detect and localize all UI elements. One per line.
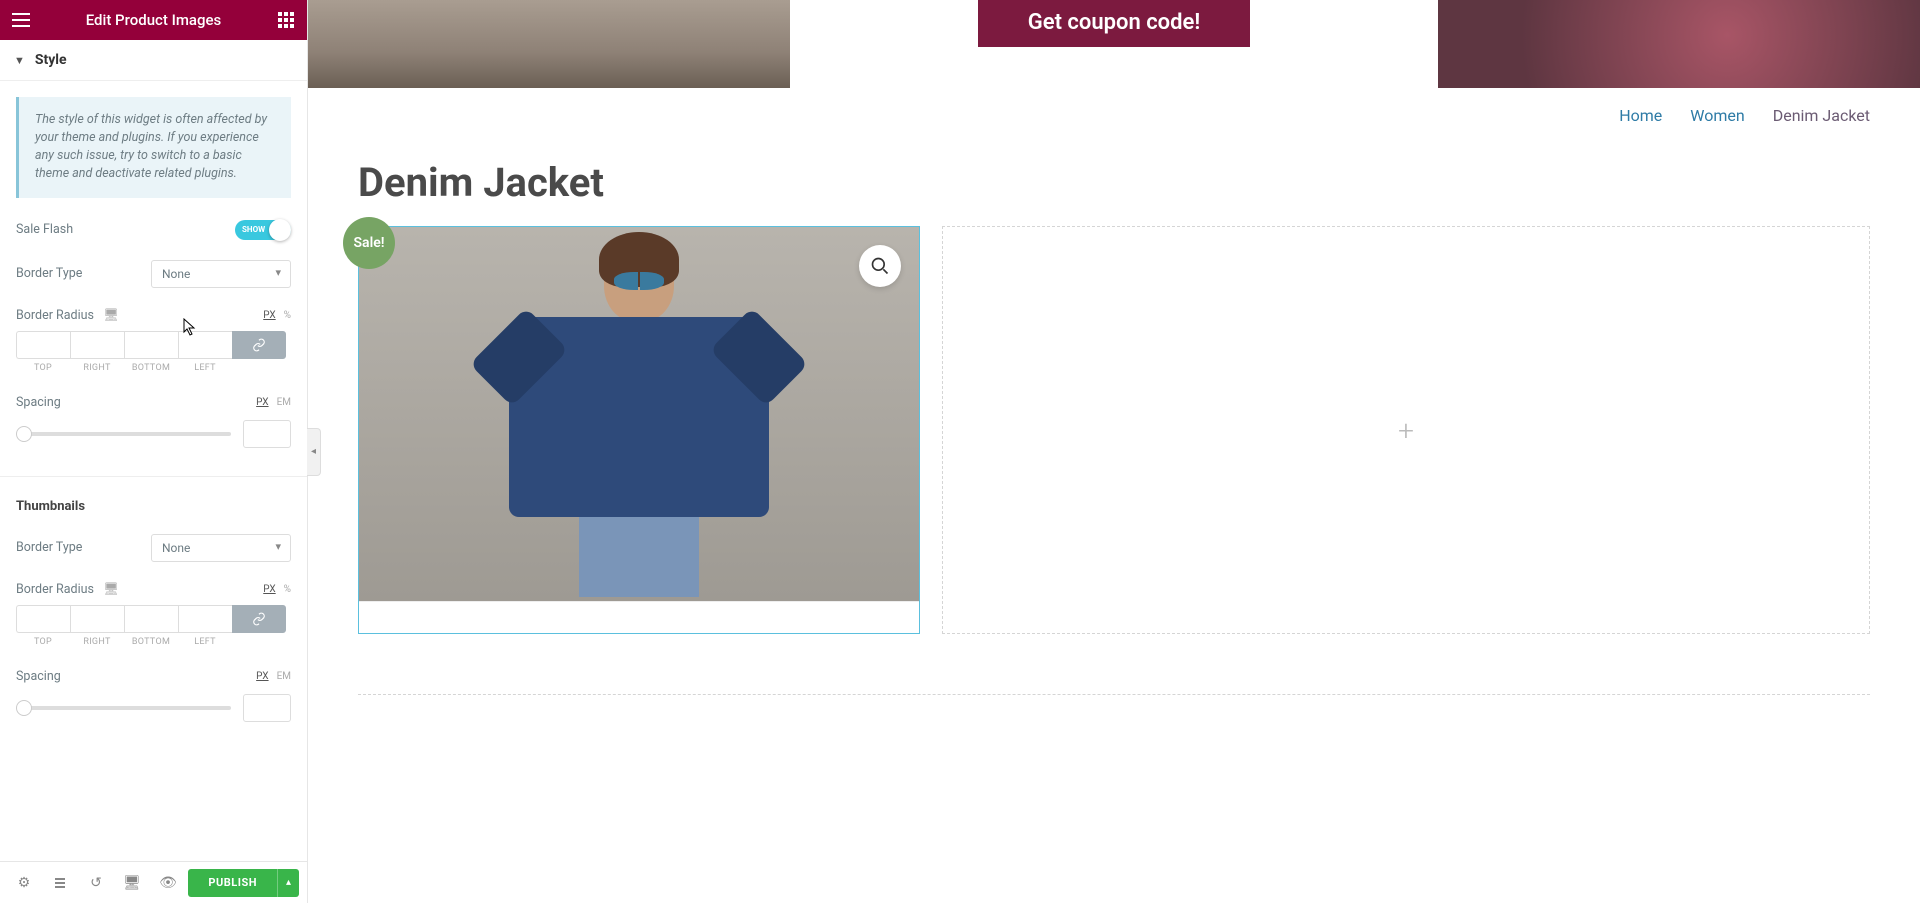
breadcrumb: Home Women Denim Jacket	[308, 88, 1920, 137]
thumb-border-radius-inputs	[16, 605, 291, 633]
caret-down-icon: ▼	[14, 54, 25, 67]
spacing-slider[interactable]	[16, 432, 231, 436]
spacing-unit-px[interactable]: PX	[256, 397, 268, 408]
radius-bottom[interactable]	[124, 331, 178, 359]
thumb-border-type-select[interactable]: None	[151, 534, 291, 562]
hero-image-right	[1438, 0, 1920, 88]
breadcrumb-women[interactable]: Women	[1690, 106, 1744, 125]
thumb-radius-top[interactable]	[16, 605, 70, 633]
coupon-button[interactable]: Get coupon code!	[978, 0, 1251, 47]
thumb-spacing-slider[interactable]	[16, 706, 231, 710]
section-placeholder[interactable]	[358, 694, 1870, 706]
border-radius-inputs	[16, 331, 291, 359]
breadcrumb-current: Denim Jacket	[1773, 106, 1870, 125]
thumb-radius-bottom[interactable]	[124, 605, 178, 633]
menu-icon[interactable]	[12, 11, 30, 29]
zoom-icon[interactable]	[859, 245, 901, 287]
thumb-unit-px[interactable]: PX	[263, 584, 275, 595]
product-main-image[interactable]	[359, 227, 919, 601]
thumb-dim-label-bottom: BOTTOM	[124, 637, 178, 647]
style-info-note: The style of this widget is often affect…	[16, 97, 291, 198]
radius-left[interactable]	[178, 331, 232, 359]
responsive-mode-icon[interactable]: 🖥	[116, 867, 148, 899]
thumb-spacing-label: Spacing	[16, 669, 61, 684]
style-accordion-label: Style	[35, 52, 67, 68]
thumb-radius-right[interactable]	[70, 605, 124, 633]
sale-flash-toggle[interactable]: SHOW	[235, 220, 291, 240]
dim-label-top: TOP	[16, 363, 70, 373]
editor-header: Edit Product Images	[0, 0, 307, 40]
responsive-icon[interactable]: 🖥	[103, 308, 119, 323]
hero-center: Get coupon code!	[834, 0, 1394, 88]
breadcrumb-home[interactable]: Home	[1619, 106, 1662, 125]
history-icon[interactable]: ↺	[80, 867, 112, 899]
editor-title: Edit Product Images	[86, 11, 222, 29]
thumb-spacing-unit-em[interactable]: EM	[277, 671, 291, 682]
navigator-icon[interactable]	[44, 867, 76, 899]
hero-section: Get coupon code!	[308, 0, 1920, 88]
unit-pct[interactable]: %	[284, 310, 291, 321]
spacing-unit-em[interactable]: EM	[277, 397, 291, 408]
style-accordion[interactable]: ▼ Style	[0, 40, 307, 81]
border-type-select[interactable]: None	[151, 260, 291, 288]
thumb-border-radius-label: Border Radius	[16, 582, 94, 597]
radius-top[interactable]	[16, 331, 70, 359]
border-type-label: Border Type	[16, 266, 82, 281]
dim-label-right: RIGHT	[70, 363, 124, 373]
widgets-grid-icon[interactable]	[277, 11, 295, 29]
thumb-unit-pct[interactable]: %	[284, 584, 291, 595]
thumb-dim-label-right: RIGHT	[70, 637, 124, 647]
unit-px[interactable]: PX	[263, 310, 275, 321]
radius-right[interactable]	[70, 331, 124, 359]
publish-button[interactable]: PUBLISH	[188, 869, 277, 897]
dim-label-bottom: BOTTOM	[124, 363, 178, 373]
dim-label-left: LEFT	[178, 363, 232, 373]
add-widget-dropzone[interactable]: +	[942, 226, 1870, 634]
thumb-dim-label-top: TOP	[16, 637, 70, 647]
thumb-link-values-button[interactable]	[232, 605, 286, 633]
thumb-border-type-label: Border Type	[16, 540, 82, 555]
thumb-spacing-value[interactable]	[243, 694, 291, 722]
sale-badge: Sale!	[343, 217, 395, 269]
thumb-radius-left[interactable]	[178, 605, 232, 633]
border-radius-label: Border Radius	[16, 308, 94, 323]
thumb-spacing-unit-px[interactable]: PX	[256, 671, 268, 682]
product-thumbnails	[359, 601, 919, 633]
toggle-knob	[269, 219, 291, 241]
product-title: Denim Jacket	[308, 137, 1920, 216]
hero-image-left	[308, 0, 790, 88]
slider-handle[interactable]	[16, 426, 32, 442]
preview-canvas: Get coupon code! Home Women Denim Jacket…	[308, 0, 1920, 903]
link-values-button[interactable]	[232, 331, 286, 359]
sale-flash-label: Sale Flash	[16, 222, 73, 237]
editor-footer: ⚙ ↺ 🖥 👁 PUBLISH ▴	[0, 861, 307, 903]
spacing-label: Spacing	[16, 395, 61, 410]
slider-handle[interactable]	[16, 700, 32, 716]
plus-icon: +	[1398, 414, 1414, 447]
toggle-text: SHOW	[242, 225, 265, 234]
thumb-dim-label-left: LEFT	[178, 637, 232, 647]
collapse-sidebar-handle[interactable]: ◂	[307, 428, 321, 476]
spacing-value[interactable]	[243, 420, 291, 448]
responsive-icon[interactable]: 🖥	[103, 582, 119, 597]
preview-icon[interactable]: 👁	[152, 867, 184, 899]
thumbnails-section-title: Thumbnails	[16, 499, 291, 514]
publish-options-button[interactable]: ▴	[277, 869, 299, 897]
style-panel: The style of this widget is often affect…	[0, 81, 307, 861]
settings-icon[interactable]: ⚙	[8, 867, 40, 899]
product-images-widget[interactable]: Sale!	[358, 226, 920, 634]
